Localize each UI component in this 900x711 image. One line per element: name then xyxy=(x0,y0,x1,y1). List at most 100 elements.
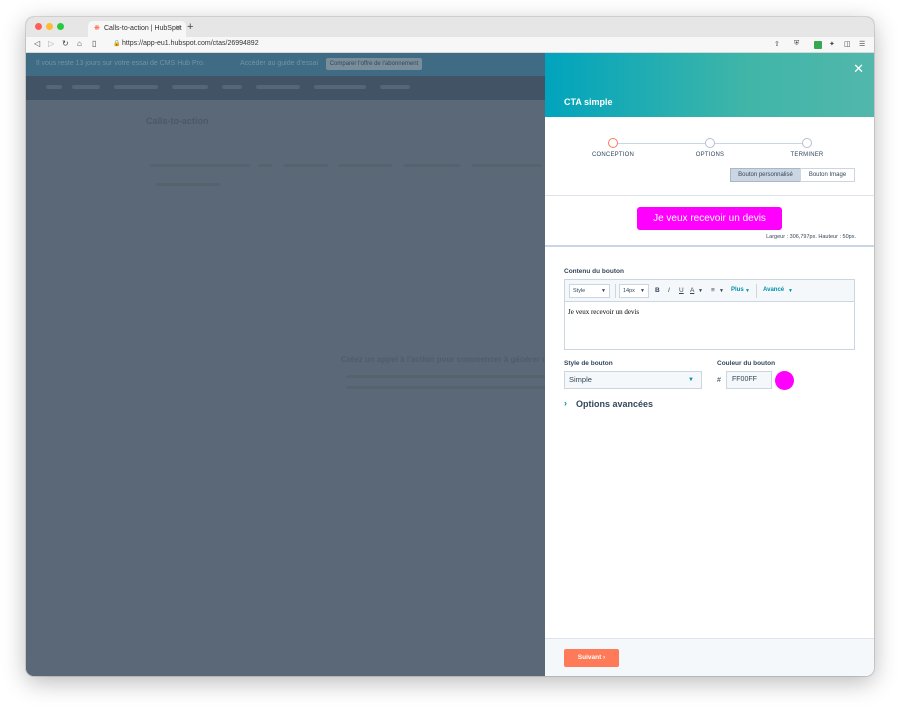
background-filter-bar xyxy=(472,164,542,167)
puzzle-icon[interactable]: ✦ xyxy=(829,40,835,48)
nav-item[interactable] xyxy=(222,85,242,89)
color-picker-swatch[interactable] xyxy=(775,371,794,390)
button-dimensions: Largeur : 306,797px. Hauteur : 50px. xyxy=(766,234,856,240)
step-connector xyxy=(618,143,705,144)
italic-button[interactable]: I xyxy=(668,287,670,294)
background-filter-bar xyxy=(156,183,220,186)
bold-button[interactable]: B xyxy=(655,287,660,294)
background-empty-state-text xyxy=(346,375,546,378)
window-minimize-dot[interactable] xyxy=(46,23,53,30)
button-color-label: Couleur du bouton xyxy=(717,360,776,367)
button-content-label: Contenu du bouton xyxy=(564,268,624,275)
toolbar-separator xyxy=(756,284,757,298)
browser-titlebar: ❋ Calls-to-action | HubSpot ✕ + xyxy=(26,17,874,37)
tab-title: Calls-to-action | HubSpot xyxy=(104,25,182,32)
menu-icon[interactable]: ☰ xyxy=(859,40,865,48)
step-options-indicator xyxy=(705,138,715,148)
font-size-select[interactable]: 14px ▼ xyxy=(619,284,649,298)
rich-text-editor[interactable]: Style ▼ 14px ▼ B I U A ▼ ≡ ▼ Plus ▼ Avan… xyxy=(564,279,855,350)
align-button[interactable]: ≡ xyxy=(711,287,715,294)
background-filter-bar xyxy=(258,164,272,167)
font-size-value: 14px xyxy=(623,288,635,294)
button-style-select[interactable]: Simple ▼ xyxy=(564,371,702,389)
cta-panel: ✕ CTA simple CONCEPTION OPTIONS TERMINER… xyxy=(545,53,874,676)
style-select-value: Style xyxy=(573,288,586,294)
back-icon[interactable]: ◁ xyxy=(34,39,40,48)
new-tab-button[interactable]: + xyxy=(187,21,193,33)
editor-content[interactable]: Je veux recevoir un devis xyxy=(568,308,639,316)
image-button-toggle[interactable]: Bouton Image xyxy=(800,168,855,182)
next-button[interactable]: Suivant › xyxy=(564,649,619,667)
chevron-down-icon[interactable]: ▼ xyxy=(719,288,724,294)
section-divider xyxy=(545,195,874,196)
nav-item[interactable] xyxy=(256,85,300,89)
home-icon[interactable]: ⌂ xyxy=(77,39,82,48)
nav-item[interactable] xyxy=(380,85,410,89)
brave-shield-icon[interactable]: ⛨ xyxy=(794,40,799,48)
page: Il vous reste 13 jours sur votre essai d… xyxy=(26,53,874,676)
trial-text: Il vous reste 13 jours sur votre essai d… xyxy=(36,60,205,67)
cta-preview-button[interactable]: Je veux recevoir un devis xyxy=(637,207,782,230)
trial-banner: Il vous reste 13 jours sur votre essai d… xyxy=(26,53,545,76)
nav-item[interactable] xyxy=(46,85,62,89)
text-color-button[interactable]: A xyxy=(690,287,694,294)
chevron-right-icon[interactable]: › xyxy=(564,398,567,408)
advanced-menu-button[interactable]: Avancé xyxy=(763,287,784,293)
step-connector xyxy=(715,143,803,144)
more-menu-button[interactable]: Plus xyxy=(731,287,744,293)
background-page-title: Calls-to-action xyxy=(146,116,209,126)
close-icon[interactable]: ✕ xyxy=(853,61,864,77)
address-bar[interactable]: https://app-eu1.hubspot.com/ctas/2699489… xyxy=(122,40,259,47)
bookmark-icon[interactable]: ▯ xyxy=(92,39,96,48)
editor-toolbar: Style ▼ 14px ▼ B I U A ▼ ≡ ▼ Plus ▼ Avan… xyxy=(565,280,854,302)
chevron-down-icon[interactable]: ▼ xyxy=(788,288,793,294)
chevron-down-icon[interactable]: ▼ xyxy=(745,288,750,294)
style-select[interactable]: Style ▼ xyxy=(569,284,610,298)
button-style-value: Simple xyxy=(569,375,592,384)
share-icon[interactable]: ⇧ xyxy=(774,40,780,48)
step-conception-indicator xyxy=(608,138,618,148)
nav-item[interactable] xyxy=(114,85,158,89)
tab-close-icon[interactable]: ✕ xyxy=(175,24,181,32)
browser-window: ❋ Calls-to-action | HubSpot ✕ + ◁ ▷ ↻ ⌂ … xyxy=(26,17,874,676)
background-filter-bar xyxy=(150,164,250,167)
compare-plans-button[interactable]: Comparer l'offre de l'abonnement xyxy=(326,58,422,70)
forward-icon[interactable]: ▷ xyxy=(48,39,54,48)
step-terminer-indicator xyxy=(802,138,812,148)
background-filter-bar xyxy=(404,164,460,167)
chevron-down-icon[interactable]: ▼ xyxy=(698,288,703,294)
step-terminer-label: TERMINER xyxy=(790,152,824,158)
background-filter-bar xyxy=(284,164,328,167)
trial-guide-link[interactable]: Accéder au guide d'essai xyxy=(240,60,318,67)
chevron-down-icon: ▼ xyxy=(601,288,606,294)
background-filter-bar xyxy=(338,164,392,167)
advanced-options-toggle[interactable]: Options avancées xyxy=(576,399,653,409)
nav-item[interactable] xyxy=(172,85,208,89)
hash-symbol: # xyxy=(717,377,721,384)
browser-tab[interactable]: ❋ Calls-to-action | HubSpot ✕ xyxy=(88,21,186,37)
toolbar-separator xyxy=(615,284,616,298)
lock-icon: 🔒 xyxy=(113,41,121,47)
background-empty-state-title: Créez un appel à l'action pour commencer… xyxy=(341,355,579,364)
custom-button-toggle[interactable]: Bouton personnalisé xyxy=(730,168,801,182)
button-color-input[interactable]: FF00FF xyxy=(726,371,772,389)
section-divider xyxy=(545,245,874,247)
step-conception-label: CONCEPTION xyxy=(591,152,635,158)
hubspot-favicon-icon: ❋ xyxy=(94,25,100,32)
background-empty-state-text xyxy=(346,386,546,389)
nav-item[interactable] xyxy=(72,85,100,89)
window-close-dot[interactable] xyxy=(35,23,42,30)
window-zoom-dot[interactable] xyxy=(57,23,64,30)
sidebar-icon[interactable]: ◫ xyxy=(844,40,851,48)
chevron-down-icon: ▼ xyxy=(688,377,694,383)
step-options-label: OPTIONS xyxy=(695,152,725,158)
browser-toolbar: ◁ ▷ ↻ ⌂ ▯ 🔒 https://app-eu1.hubspot.com/… xyxy=(26,37,874,53)
button-style-label: Style de bouton xyxy=(564,360,613,367)
extension-icon[interactable] xyxy=(814,41,822,49)
underline-button[interactable]: U xyxy=(679,287,684,294)
wizard-steps: CONCEPTION OPTIONS TERMINER Bouton perso… xyxy=(545,117,874,195)
nav-item[interactable] xyxy=(314,85,366,89)
panel-header: ✕ CTA simple xyxy=(545,53,874,117)
panel-title: CTA simple xyxy=(564,97,613,107)
reload-icon[interactable]: ↻ xyxy=(62,39,69,48)
